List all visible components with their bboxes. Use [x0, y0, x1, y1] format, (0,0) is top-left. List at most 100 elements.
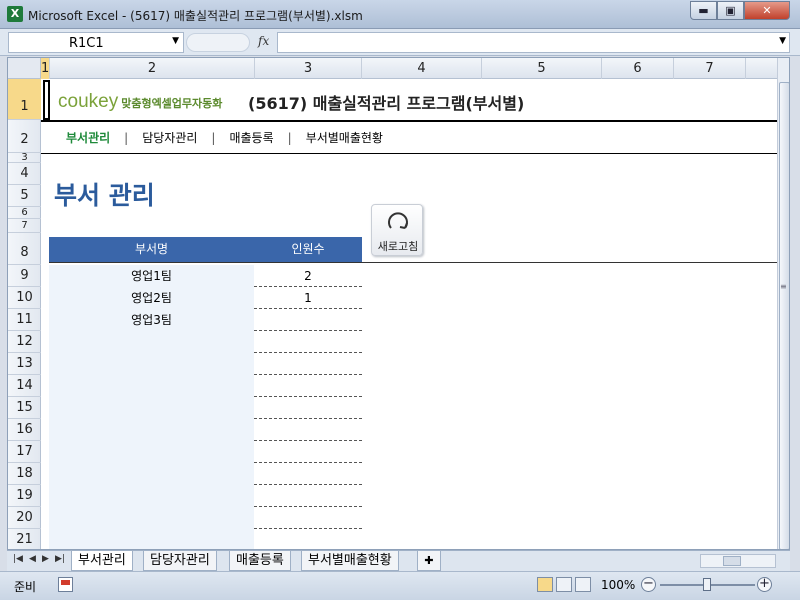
chevron-down-icon[interactable]: ▼	[172, 36, 179, 46]
table-row[interactable]	[49, 353, 362, 375]
row-header-8[interactable]: 8	[8, 233, 41, 265]
headcount-cell[interactable]	[254, 419, 362, 441]
table-row[interactable]	[49, 419, 362, 441]
table-row[interactable]	[49, 507, 362, 529]
row-header-6[interactable]: 6	[8, 207, 41, 219]
dept-name-cell[interactable]	[49, 485, 254, 507]
normal-view-icon[interactable]	[537, 577, 553, 592]
dept-name-cell[interactable]: 영업3팀	[49, 309, 254, 331]
first-sheet-icon[interactable]: |◀	[13, 554, 23, 564]
headcount-cell[interactable]: 2	[254, 265, 362, 287]
column-header-5[interactable]: 5	[482, 58, 602, 79]
table-row[interactable]	[49, 463, 362, 485]
row-header-14[interactable]: 14	[8, 375, 41, 397]
active-cell[interactable]	[43, 80, 50, 120]
insert-function-icon[interactable]: fx	[258, 34, 269, 48]
row-header-12[interactable]: 12	[8, 331, 41, 353]
dept-name-cell[interactable]	[49, 529, 254, 549]
dept-name-cell[interactable]	[49, 441, 254, 463]
dept-name-cell[interactable]	[49, 463, 254, 485]
row-header-3[interactable]: 3	[8, 153, 41, 163]
row-header-9[interactable]: 9	[8, 265, 41, 287]
menu-item-dept[interactable]: 부서관리	[66, 131, 110, 145]
headcount-cell[interactable]	[254, 331, 362, 353]
horizontal-scrollbar[interactable]	[700, 554, 776, 568]
zoom-level[interactable]: 100%	[601, 578, 635, 592]
column-header-1[interactable]: 1	[41, 58, 50, 79]
expand-formula-icon[interactable]: ▼	[779, 36, 786, 46]
vertical-scrollbar[interactable]: ≡	[777, 58, 789, 549]
prev-sheet-icon[interactable]: ◀	[29, 554, 36, 564]
name-box[interactable]: R1C1 ▼	[8, 32, 184, 53]
row-header-4[interactable]: 4	[8, 163, 41, 185]
dept-name-cell[interactable]	[49, 375, 254, 397]
select-all-corner[interactable]	[8, 58, 41, 79]
horizontal-scroll-thumb[interactable]	[723, 556, 741, 566]
worksheet-grid[interactable]: 1 2 3 4 5 6 7 1 2 3 4 5 6 7 8 9 10 11 12…	[7, 57, 790, 550]
menu-item-dept-sales[interactable]: 부서별매출현황	[306, 131, 383, 145]
column-header-2[interactable]: 2	[50, 58, 255, 79]
row-header-18[interactable]: 18	[8, 463, 41, 485]
maximize-button[interactable]: ▣	[717, 1, 744, 20]
tab-staff[interactable]: 담당자관리	[143, 551, 217, 571]
column-header-4[interactable]: 4	[362, 58, 482, 79]
dept-name-cell[interactable]	[49, 353, 254, 375]
page-layout-view-icon[interactable]	[556, 577, 572, 592]
tab-dept[interactable]: 부서관리	[71, 551, 133, 571]
row-header-5[interactable]: 5	[8, 185, 41, 207]
dept-name-cell[interactable]	[49, 419, 254, 441]
table-row[interactable]	[49, 331, 362, 353]
row-header-17[interactable]: 17	[8, 441, 41, 463]
page-break-view-icon[interactable]	[575, 577, 591, 592]
tab-sales-entry[interactable]: 매출등록	[229, 551, 291, 571]
headcount-cell[interactable]	[254, 485, 362, 507]
table-row[interactable]	[49, 529, 362, 549]
close-button[interactable]: ✕	[744, 1, 790, 20]
menu-item-staff[interactable]: 담당자관리	[142, 131, 197, 145]
row-header-7[interactable]: 7	[8, 219, 41, 233]
headcount-cell[interactable]: 1	[254, 287, 362, 309]
table-row[interactable]: 영업3팀	[49, 309, 362, 331]
row-header-2[interactable]: 2	[8, 120, 41, 153]
scroll-thumb[interactable]	[779, 82, 789, 549]
headcount-cell[interactable]	[254, 529, 362, 549]
headcount-cell[interactable]	[254, 463, 362, 485]
dept-name-cell[interactable]	[49, 331, 254, 353]
row-header-15[interactable]: 15	[8, 397, 41, 419]
headcount-cell[interactable]	[254, 353, 362, 375]
row-header-11[interactable]: 11	[8, 309, 41, 331]
zoom-in-icon[interactable]: +	[757, 577, 772, 592]
next-sheet-icon[interactable]: ▶	[42, 554, 49, 564]
macro-record-icon[interactable]	[58, 577, 73, 592]
tab-dept-sales[interactable]: 부서별매출현황	[301, 551, 399, 571]
zoom-slider-thumb[interactable]	[703, 578, 711, 591]
table-row[interactable]	[49, 397, 362, 419]
column-header-3[interactable]: 3	[255, 58, 362, 79]
table-row[interactable]: 영업2팀 1	[49, 287, 362, 309]
table-row[interactable]	[49, 441, 362, 463]
headcount-cell[interactable]	[254, 309, 362, 331]
headcount-cell[interactable]	[254, 397, 362, 419]
row-header-21[interactable]: 21	[8, 529, 41, 549]
headcount-cell[interactable]	[254, 441, 362, 463]
formula-input[interactable]: ▼	[277, 32, 790, 53]
row-header-16[interactable]: 16	[8, 419, 41, 441]
zoom-out-icon[interactable]: −	[641, 577, 656, 592]
row-header-20[interactable]: 20	[8, 507, 41, 529]
row-header-19[interactable]: 19	[8, 485, 41, 507]
dept-name-cell[interactable]	[49, 397, 254, 419]
last-sheet-icon[interactable]: ▶|	[55, 554, 65, 564]
dept-name-cell[interactable]: 영업1팀	[49, 265, 254, 287]
column-header-7[interactable]: 7	[674, 58, 746, 79]
row-header-10[interactable]: 10	[8, 287, 41, 309]
insert-sheet-icon[interactable]: ✚	[417, 551, 441, 571]
table-row[interactable]	[49, 375, 362, 397]
refresh-button[interactable]: 새로고침	[371, 204, 423, 256]
minimize-button[interactable]: ▬	[690, 1, 717, 20]
column-header-6[interactable]: 6	[602, 58, 674, 79]
row-header-1[interactable]: 1	[8, 79, 41, 120]
headcount-cell[interactable]	[254, 507, 362, 529]
table-row[interactable]: 영업1팀 2	[49, 265, 362, 287]
headcount-cell[interactable]	[254, 375, 362, 397]
dept-name-cell[interactable]: 영업2팀	[49, 287, 254, 309]
